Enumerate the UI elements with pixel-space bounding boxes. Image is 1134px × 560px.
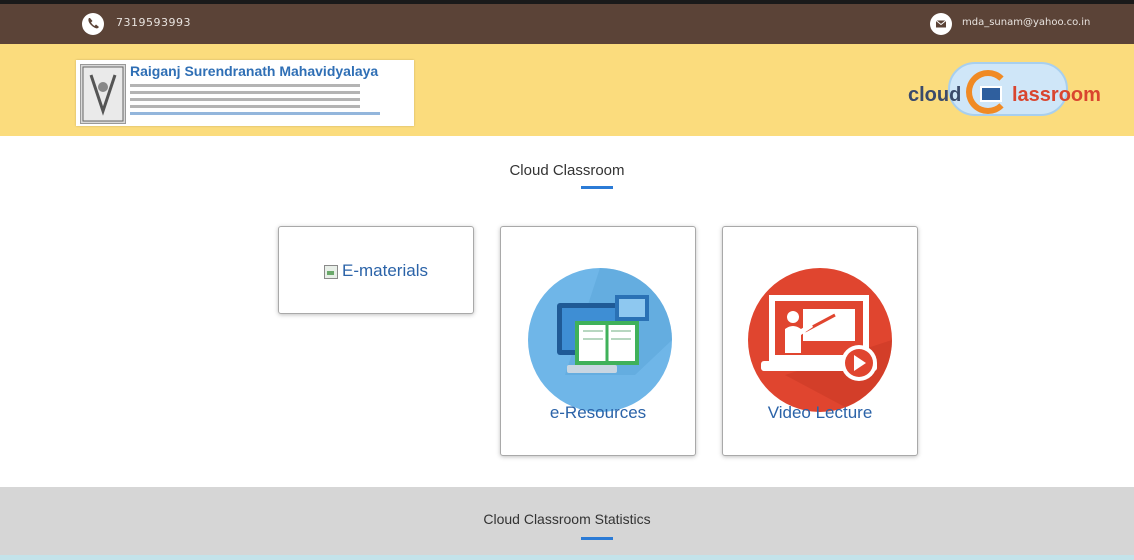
- page-title: Cloud Classroom: [509, 162, 625, 179]
- video-lecture-icon: [748, 268, 892, 412]
- e-materials-label-wrap: E-materials: [279, 261, 473, 281]
- college-logo[interactable]: Raiganj Surendranath Mahavidyalaya: [76, 60, 414, 126]
- statistics-section: Cloud Classroom Statistics: [0, 487, 1134, 560]
- phone-number[interactable]: 7319593993: [116, 16, 191, 29]
- e-materials-card[interactable]: E-materials: [278, 226, 474, 314]
- cloud-classroom-logo[interactable]: cloud lassroom: [904, 60, 1124, 126]
- email-icon: [930, 13, 952, 35]
- e-materials-label: E-materials: [342, 261, 428, 280]
- top-contact-bar: 7319593993 mda_sunam@yahoo.co.in: [0, 0, 1134, 44]
- phone-icon: [82, 13, 104, 35]
- statistics-title: Cloud Classroom Statistics: [483, 511, 651, 527]
- logo-word-classroom: lassroom: [1012, 84, 1101, 106]
- site-header: Raiganj Surendranath Mahavidyalaya cloud…: [0, 44, 1134, 136]
- statistics-underline: [581, 537, 613, 540]
- monitor-icon: [980, 86, 1002, 102]
- video-lecture-card[interactable]: Video Lecture: [722, 226, 918, 456]
- college-details-text: [130, 84, 380, 119]
- college-crest-icon: [80, 64, 126, 124]
- title-underline: [581, 186, 613, 189]
- video-lecture-label: Video Lecture: [767, 403, 873, 422]
- broken-image-icon: [324, 264, 339, 279]
- college-name: Raiganj Surendranath Mahavidyalaya: [130, 63, 379, 79]
- e-resources-label: e-Resources: [549, 403, 647, 422]
- statistics-strip: [0, 555, 1134, 560]
- computer-book-icon: [528, 268, 672, 412]
- logo-word-cloud: cloud: [908, 84, 962, 106]
- e-resources-card[interactable]: e-Resources: [500, 226, 696, 456]
- email-address[interactable]: mda_sunam@yahoo.co.in: [962, 17, 1090, 28]
